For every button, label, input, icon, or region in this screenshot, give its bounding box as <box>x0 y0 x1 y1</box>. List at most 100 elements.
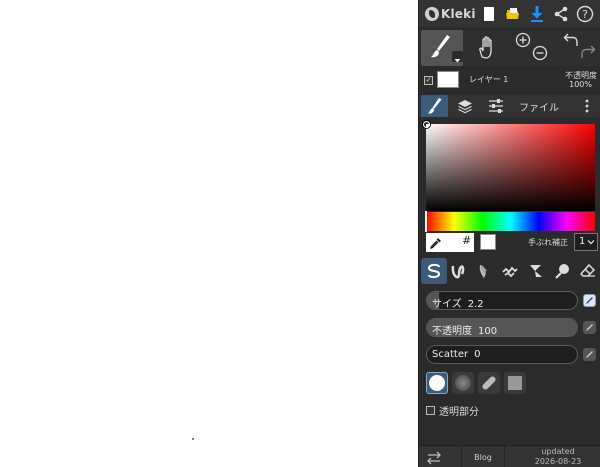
soft-shape-icon <box>455 375 471 391</box>
lock-alpha-row[interactable]: 透明部分 <box>426 403 479 418</box>
footer: Blog updated 2026-08-23 <box>419 445 600 467</box>
hex-label: # <box>462 234 472 247</box>
stabilizer-value: 1 <box>579 236 586 247</box>
size-pressure-toggle[interactable] <box>583 294 596 307</box>
scatter-slider-text: Scatter 0 <box>432 349 480 360</box>
updated-info: updated 2026-08-23 <box>517 447 599 467</box>
square-shape-button[interactable] <box>504 372 526 394</box>
brush-shape-row <box>426 372 536 394</box>
pen-brush-icon <box>427 263 441 279</box>
brush-type-row <box>419 258 600 284</box>
blend-brush-icon <box>451 265 465 279</box>
size-slider-text: サイズ 2.2 <box>432 295 484 310</box>
brush-tool-button[interactable] <box>421 30 463 66</box>
scatter-slider[interactable]: Scatter 0 <box>426 345 578 364</box>
pressure-icon <box>586 297 593 304</box>
pixel-brush-button[interactable] <box>499 260 521 282</box>
undo-button[interactable] <box>563 32 579 48</box>
color-row: # 手ぶれ補正 1 <box>426 233 598 253</box>
help-icon[interactable]: ? <box>573 2 597 26</box>
eraser-button[interactable] <box>577 260 599 282</box>
pen-brush-button[interactable] <box>421 258 447 284</box>
download-icon[interactable] <box>525 2 549 26</box>
layer-row[interactable]: ✓ レイヤー 1 不透明度 100% <box>419 68 600 94</box>
new-image-icon[interactable] <box>477 2 501 26</box>
hue-slider[interactable] <box>426 212 595 231</box>
blend-brush-button[interactable] <box>447 260 469 282</box>
tool-panel: Kleki ? ✓ レイヤー 1 不透明度 100% ファイル # 手ぶれ補正 … <box>418 0 600 467</box>
tab-file[interactable]: ファイル <box>517 95 561 117</box>
scatter-label: Scatter <box>432 349 469 360</box>
scatter-pressure-toggle[interactable] <box>583 348 596 361</box>
layer-thumbnail <box>437 71 459 88</box>
brush-icon <box>427 98 441 114</box>
tab-more[interactable] <box>577 95 597 117</box>
opacity-slider[interactable]: 不透明度 100 <box>426 318 578 337</box>
smudge-brush-button[interactable] <box>551 260 573 282</box>
adjust-icon <box>489 99 503 113</box>
hue-slider-marker[interactable] <box>425 211 427 232</box>
tab-brush[interactable] <box>421 95 448 117</box>
pixel-brush-icon <box>502 266 518 278</box>
svg-text:?: ? <box>582 8 588 21</box>
sketchy-brush-icon <box>479 265 488 278</box>
layer-name: レイヤー 1 <box>469 75 509 84</box>
eyedropper-button[interactable]: # <box>426 233 474 252</box>
square-shape-icon <box>508 376 522 390</box>
kleki-logo-icon <box>425 6 439 21</box>
redo-button[interactable] <box>580 44 596 60</box>
undo-icon <box>563 33 578 46</box>
scatter-value: 0 <box>474 349 481 360</box>
kleki-logo[interactable]: Kleki <box>425 6 477 21</box>
eyedropper-icon <box>429 237 441 249</box>
panel-tabs: ファイル <box>419 95 600 117</box>
chemy-brush-icon <box>530 265 542 277</box>
chemy-brush-button[interactable] <box>525 260 547 282</box>
zoom-in-button[interactable] <box>515 32 531 48</box>
open-file-icon[interactable] <box>501 2 525 26</box>
color-picker-handle[interactable] <box>423 121 430 128</box>
chisel-shape-button[interactable] <box>478 372 500 394</box>
opacity-slider-text: 不透明度 100 <box>432 322 498 337</box>
blog-link[interactable]: Blog <box>461 446 505 467</box>
brush-tool-menu-button[interactable] <box>452 51 463 63</box>
size-value: 2.2 <box>467 299 484 310</box>
size-label: サイズ <box>432 299 462 310</box>
layer-opacity-value: 100% <box>569 80 592 89</box>
top-bar: Kleki ? <box>419 0 600 27</box>
drawing-canvas[interactable] <box>0 0 418 467</box>
tab-layers[interactable] <box>452 95 478 117</box>
pressure-icon <box>586 351 593 358</box>
zoom-in-icon <box>515 32 531 48</box>
opacity-pressure-toggle[interactable] <box>583 321 596 334</box>
app-name: Kleki <box>441 6 476 21</box>
stabilizer-label: 手ぶれ補正 <box>528 238 568 247</box>
opacity-value: 100 <box>478 326 498 337</box>
stabilizer-select[interactable]: 1 <box>574 233 598 251</box>
app-root: Kleki ? ✓ レイヤー 1 不透明度 100% ファイル # 手ぶれ補正 … <box>0 0 600 467</box>
updated-label: updated <box>541 447 575 456</box>
hand-icon <box>479 36 492 59</box>
tool-row <box>419 30 600 66</box>
lock-alpha-label: 透明部分 <box>439 406 479 418</box>
sketchy-brush-button[interactable] <box>473 260 495 282</box>
soft-shape-button[interactable] <box>452 372 474 394</box>
tab-adjust[interactable] <box>483 95 509 117</box>
zoom-out-button[interactable] <box>532 45 548 61</box>
swap-side-button[interactable] <box>424 450 444 465</box>
saturation-value-picker[interactable] <box>426 124 595 211</box>
zoom-out-icon <box>532 45 548 61</box>
hand-tool-button[interactable] <box>471 32 505 64</box>
opacity-label: 不透明度 <box>432 326 472 337</box>
share-icon[interactable] <box>549 2 573 26</box>
canvas-dot <box>192 438 194 440</box>
layer-visibility-checkbox[interactable]: ✓ <box>424 76 433 85</box>
updated-date: 2026-08-23 <box>534 457 582 466</box>
chevron-down-icon <box>587 240 595 245</box>
lock-alpha-checkbox[interactable] <box>426 405 435 415</box>
size-slider[interactable]: サイズ 2.2 <box>426 291 578 310</box>
current-color-swatch[interactable] <box>480 234 496 250</box>
round-shape-button[interactable] <box>426 372 448 394</box>
smudge-brush-icon <box>555 264 569 279</box>
round-shape-icon <box>429 375 445 391</box>
